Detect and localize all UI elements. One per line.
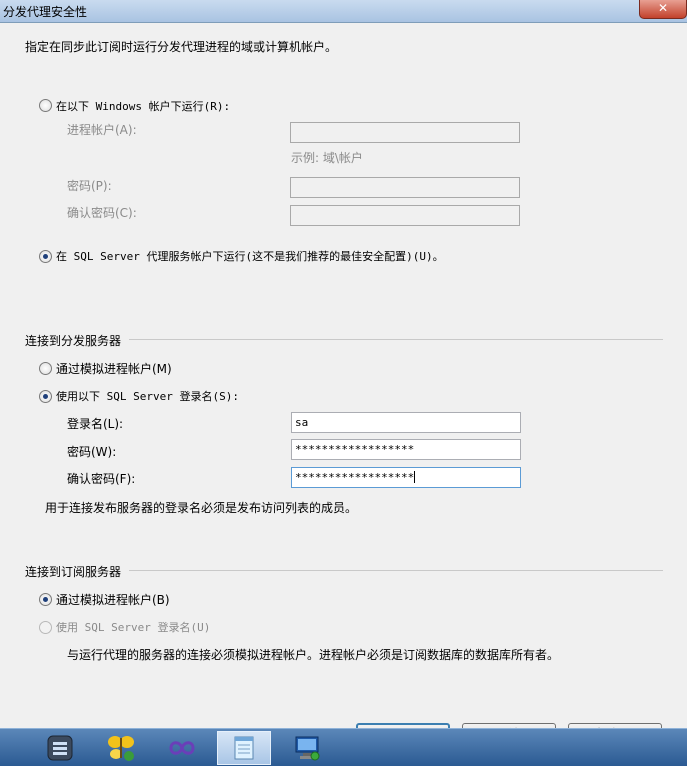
taskbar-item-infinity[interactable] bbox=[155, 731, 209, 765]
computer-icon bbox=[295, 736, 320, 761]
radio-subscriber-sql-login-label[interactable]: 使用 SQL Server 登录名(U) bbox=[56, 619, 210, 635]
infinity-icon bbox=[169, 741, 195, 755]
process-password-label: 密码(P): bbox=[67, 179, 112, 193]
login-name-label: 登录名(L): bbox=[67, 417, 124, 431]
radio-windows-account[interactable] bbox=[39, 99, 52, 112]
subscriber-heading: 连接到订阅服务器 bbox=[25, 565, 122, 579]
taskbar-item-computer[interactable] bbox=[280, 731, 334, 765]
radio-distributor-sql-login-label[interactable]: 使用以下 SQL Server 登录名(S): bbox=[56, 388, 239, 404]
distributor-divider bbox=[129, 339, 663, 340]
process-confirm-input[interactable] bbox=[290, 205, 520, 226]
radio-subscriber-impersonate-label[interactable]: 通过模拟进程帐户(B) bbox=[56, 591, 170, 608]
taskbar bbox=[0, 728, 687, 766]
radio-distributor-sql-login[interactable] bbox=[39, 390, 52, 403]
taskbar-item-gear[interactable] bbox=[0, 731, 12, 765]
taskbar-item-app[interactable] bbox=[33, 731, 87, 765]
window-title: 分发代理安全性 bbox=[3, 5, 88, 19]
distributor-confirm-value: ****************** bbox=[295, 471, 415, 484]
gear-icon bbox=[0, 733, 12, 763]
close-button[interactable]: ✕ bbox=[639, 0, 687, 19]
distributor-password-label: 密码(W): bbox=[67, 445, 117, 459]
process-account-label: 进程帐户(A): bbox=[67, 123, 137, 137]
login-name-input[interactable]: sa bbox=[291, 412, 521, 433]
notepad-icon bbox=[234, 736, 254, 760]
account-example: 示例: 域\帐户 bbox=[291, 151, 363, 165]
subscriber-divider bbox=[129, 570, 663, 571]
distributor-confirm-input[interactable]: ****************** bbox=[291, 467, 521, 488]
radio-subscriber-sql-login[interactable] bbox=[39, 621, 52, 634]
radio-distributor-impersonate[interactable] bbox=[39, 362, 52, 375]
process-confirm-label: 确认密码(C): bbox=[67, 206, 137, 220]
radio-sqlagent-account-label[interactable]: 在 SQL Server 代理服务帐户下运行(这不是我们推荐的最佳安全配置)(U… bbox=[56, 248, 444, 264]
app-icon bbox=[47, 735, 73, 761]
close-icon: ✕ bbox=[657, 1, 669, 15]
taskbar-item-butterfly[interactable] bbox=[94, 731, 148, 765]
process-password-input[interactable] bbox=[290, 177, 520, 198]
distributor-confirm-label: 确认密码(F): bbox=[67, 472, 136, 486]
dialog-body: 指定在同步此订阅时运行分发代理进程的域或计算机帐户。 在以下 Windows 帐… bbox=[6, 23, 681, 723]
text-caret bbox=[414, 471, 416, 483]
distributor-note: 用于连接发布服务器的登录名必须是发布访问列表的成员。 bbox=[45, 501, 358, 515]
intro-text: 指定在同步此订阅时运行分发代理进程的域或计算机帐户。 bbox=[25, 40, 338, 54]
title-bar: 分发代理安全性 ✕ bbox=[0, 0, 687, 23]
process-account-input[interactable] bbox=[290, 122, 520, 143]
subscriber-note: 与运行代理的服务器的连接必须模拟进程帐户。进程帐户必须是订阅数据库的数据库所有者… bbox=[67, 648, 560, 662]
radio-subscriber-impersonate[interactable] bbox=[39, 593, 52, 606]
butterfly-icon bbox=[108, 736, 134, 761]
radio-windows-account-label[interactable]: 在以下 Windows 帐户下运行(R): bbox=[56, 98, 230, 114]
radio-sqlagent-account[interactable] bbox=[39, 250, 52, 263]
taskbar-item-notepad[interactable] bbox=[217, 731, 271, 765]
radio-distributor-impersonate-label[interactable]: 通过模拟进程帐户(M) bbox=[56, 360, 172, 377]
distributor-password-input[interactable]: ****************** bbox=[291, 439, 521, 460]
distributor-heading: 连接到分发服务器 bbox=[25, 334, 122, 348]
